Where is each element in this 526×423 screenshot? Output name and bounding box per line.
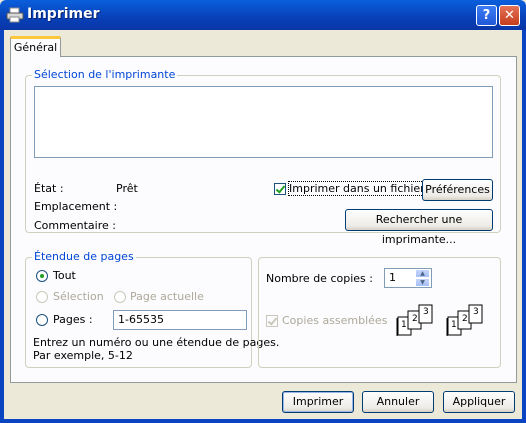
printer-icon (6, 7, 24, 23)
print-to-file-label[interactable]: Imprimer dans un fichier (288, 181, 426, 196)
page-range-title: Étendue de pages (32, 250, 136, 263)
window-frame-left (0, 30, 4, 423)
collate-page-3b: 3 (473, 307, 479, 317)
spin-up-icon[interactable]: ▲ (415, 269, 430, 278)
pages-radio[interactable] (36, 314, 48, 326)
comment-label: Commentaire : (34, 219, 116, 232)
selection-label[interactable]: Sélection (53, 290, 104, 303)
spin-down-icon[interactable]: ▼ (415, 278, 430, 287)
page-range-help-line1: Entrez un numéro ou une étendue de pages… (33, 336, 280, 349)
collate-label[interactable]: Copies assemblées (282, 314, 387, 327)
collate-checkbox[interactable] (266, 315, 278, 327)
location-label: Emplacement : (34, 200, 118, 213)
printer-selection-title: Sélection de l'imprimante (32, 68, 178, 81)
all-pages-label[interactable]: Tout (53, 269, 76, 282)
collate-page-1: 1 (401, 320, 407, 330)
collate-page-3: 3 (423, 307, 429, 317)
preferences-button[interactable]: Préférences (422, 179, 493, 201)
window-frame-bottom (0, 419, 526, 423)
current-page-label[interactable]: Page actuelle (130, 290, 204, 303)
print-button[interactable]: Imprimer (282, 391, 354, 413)
printer-list[interactable] (34, 86, 493, 158)
collate-page-1b: 1 (451, 320, 457, 330)
status-value: Prêt (116, 182, 138, 195)
help-button[interactable]: ? (476, 5, 497, 26)
status-label: État : (34, 182, 64, 195)
selection-radio[interactable] (36, 291, 48, 303)
collate-page-2b: 2 (462, 314, 468, 324)
page-range-help-line2: Par exemple, 5-12 (33, 349, 133, 362)
window-frame-right (522, 30, 526, 423)
tab-general[interactable]: Général (10, 36, 61, 57)
cancel-button[interactable]: Annuler (362, 391, 434, 413)
pages-label[interactable]: Pages : (53, 313, 93, 326)
close-button[interactable]: ✕ (499, 5, 520, 26)
window-title: Imprimer (27, 6, 100, 22)
copies-spinner[interactable]: ▲ ▼ (415, 269, 431, 287)
copies-count-label: Nombre de copies : (266, 272, 373, 285)
all-pages-radio[interactable] (36, 270, 48, 282)
find-printer-button[interactable]: Rechercher une imprimante... (345, 209, 493, 246)
apply-button[interactable]: Appliquer (443, 391, 515, 413)
pages-input[interactable]: 1-65535 (113, 310, 247, 330)
print-to-file-checkbox[interactable] (274, 183, 286, 195)
current-page-radio[interactable] (114, 291, 126, 303)
collate-page-2: 2 (412, 314, 418, 324)
collated-pages-icon: 1 2 3 1 2 3 (395, 304, 495, 344)
